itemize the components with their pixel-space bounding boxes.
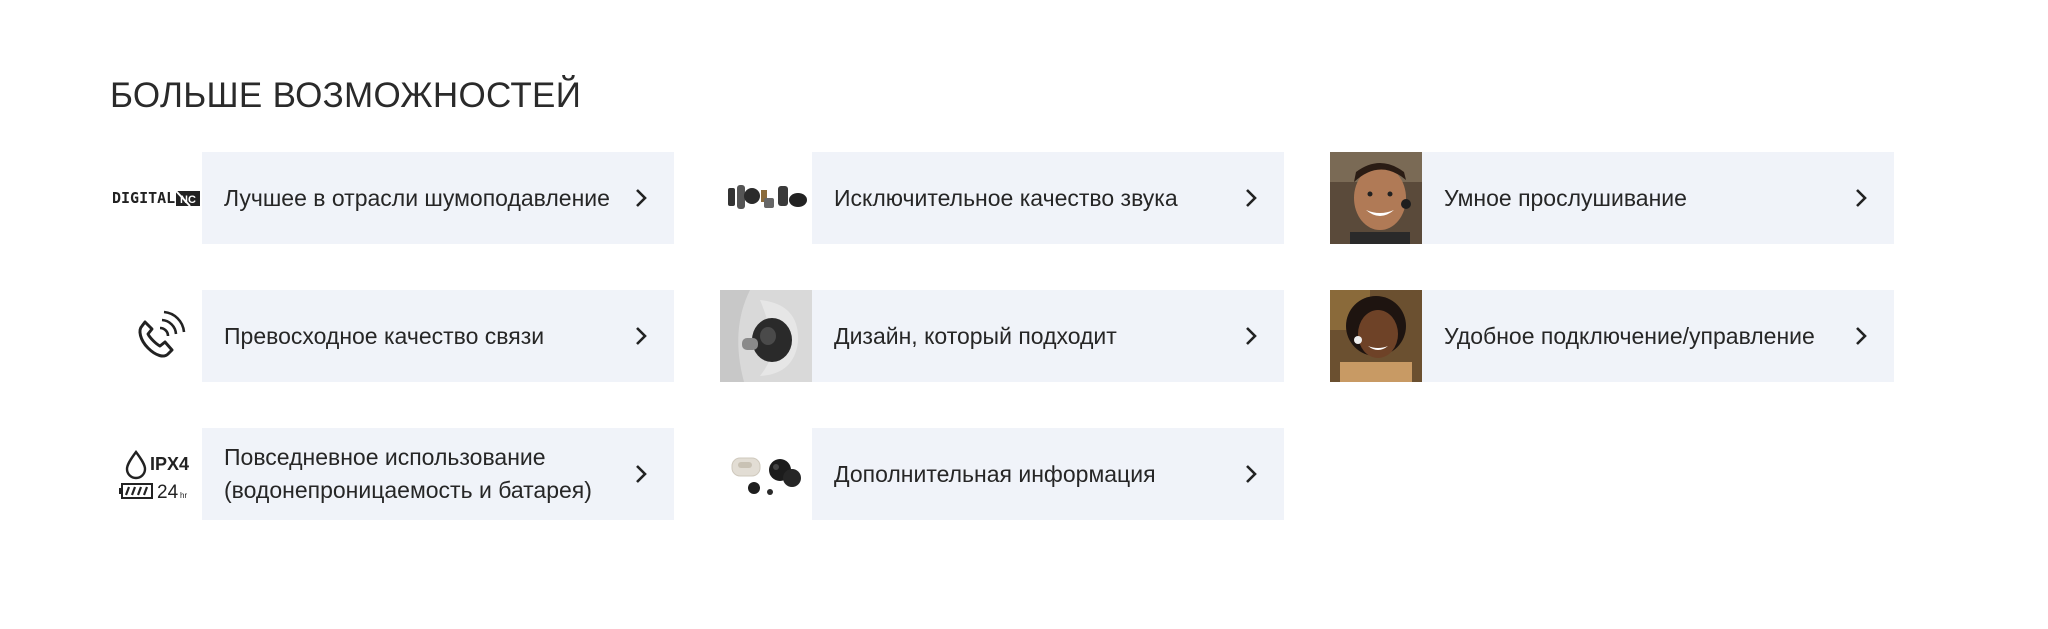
phone-call-icon bbox=[110, 290, 202, 382]
features-grid: DIGITAL NC Лучшее в отрасли шумоподавлен… bbox=[110, 152, 1894, 520]
feature-label-line2: (водонепроницаемость и батарея) bbox=[224, 477, 592, 503]
feature-connectivity[interactable]: Удобное подключение/управление bbox=[1330, 290, 1894, 382]
feature-label: Повседневное использование (водонепрониц… bbox=[224, 441, 592, 507]
feature-label: Умное прослушивание bbox=[1444, 184, 1687, 211]
chevron-right-icon bbox=[1856, 189, 1867, 207]
ipx-rating: IPX4 bbox=[150, 454, 189, 474]
feature-label: Дополнительная информация bbox=[834, 460, 1156, 487]
feature-label-line1: Повседневное использование bbox=[224, 444, 546, 470]
earbud-components-image-icon bbox=[720, 152, 812, 244]
ipx4-battery-icon: IPX4 24 hr bbox=[110, 428, 202, 520]
section-title: БОЛЬШЕ ВОЗМОЖНОСТЕЙ bbox=[110, 76, 582, 115]
feature-panel[interactable]: Лучшее в отрасли шумоподавление bbox=[202, 152, 674, 244]
chevron-right-icon bbox=[1246, 189, 1257, 207]
logo-text: DIGITAL bbox=[112, 189, 175, 207]
smiling-man-photo-icon bbox=[1330, 152, 1422, 244]
chevron-right-icon bbox=[636, 327, 647, 345]
feature-panel[interactable]: Исключительное качество звука bbox=[812, 152, 1284, 244]
battery-unit: hr bbox=[180, 491, 187, 500]
feature-smart-listening[interactable]: Умное прослушивание bbox=[1330, 152, 1894, 244]
earbud-in-ear-photo-icon bbox=[720, 290, 812, 382]
feature-panel[interactable]: Умное прослушивание bbox=[1422, 152, 1894, 244]
chevron-right-icon bbox=[1246, 465, 1257, 483]
feature-label: Удобное подключение/управление bbox=[1444, 322, 1815, 349]
digital-nc-logo-icon: DIGITAL NC bbox=[110, 152, 202, 244]
earbuds-case-image-icon bbox=[720, 428, 812, 520]
feature-panel[interactable]: Дизайн, который подходит bbox=[812, 290, 1284, 382]
feature-label: Превосходное качество связи bbox=[224, 322, 545, 349]
smiling-woman-photo-icon bbox=[1330, 290, 1422, 382]
feature-more-info[interactable]: Дополнительная информация bbox=[720, 428, 1284, 520]
feature-panel[interactable]: Удобное подключение/управление bbox=[1422, 290, 1894, 382]
feature-label: Исключительное качество звука bbox=[834, 184, 1178, 211]
feature-design[interactable]: Дизайн, который подходит bbox=[720, 290, 1284, 382]
page: БОЛЬШЕ ВОЗМОЖНОСТЕЙ DIGITAL NC Лучшее в … bbox=[0, 0, 2048, 629]
feature-label: Дизайн, который подходит bbox=[834, 322, 1117, 349]
feature-panel[interactable]: Дополнительная информация bbox=[812, 428, 1284, 520]
chevron-right-icon bbox=[636, 189, 647, 207]
feature-panel[interactable]: Повседневное использование (водонепрониц… bbox=[202, 428, 674, 520]
battery-hours: 24 bbox=[157, 482, 179, 503]
feature-sound-quality[interactable]: Исключительное качество звука bbox=[720, 152, 1284, 244]
chevron-right-icon bbox=[1856, 327, 1867, 345]
feature-call-quality[interactable]: Превосходное качество связи bbox=[110, 290, 674, 382]
chevron-right-icon bbox=[1246, 327, 1257, 345]
feature-noise-cancelling[interactable]: DIGITAL NC Лучшее в отрасли шумоподавлен… bbox=[110, 152, 674, 244]
feature-panel[interactable]: Превосходное качество связи bbox=[202, 290, 674, 382]
feature-everyday-use[interactable]: IPX4 24 hr Повседневное использование (в… bbox=[110, 428, 674, 520]
feature-label: Лучшее в отрасли шумоподавление bbox=[224, 184, 610, 211]
chevron-right-icon bbox=[636, 465, 647, 483]
